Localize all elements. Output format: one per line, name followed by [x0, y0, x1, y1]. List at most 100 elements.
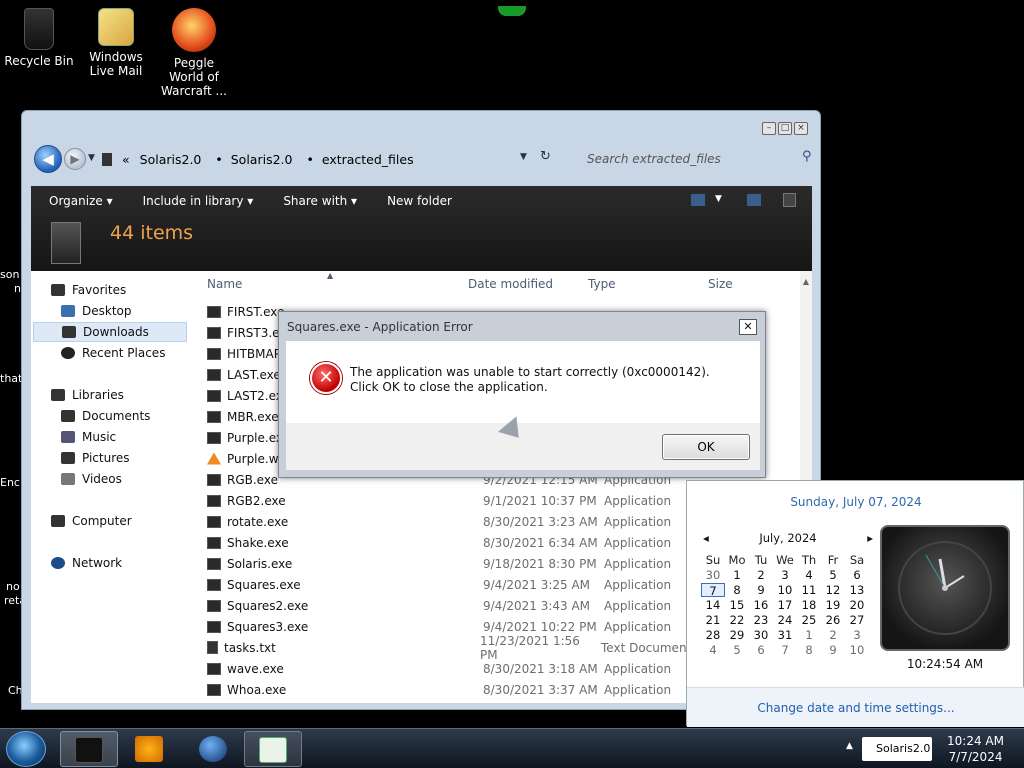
search-icon[interactable]: ⚲ [802, 149, 812, 164]
new-folder-button[interactable]: New folder [387, 194, 452, 208]
calendar-day[interactable]: 18 [797, 598, 821, 612]
calendar-day[interactable]: 7 [773, 643, 797, 657]
prev-month-icon[interactable]: ◂ [703, 531, 709, 545]
taskbar-clock[interactable]: 10:24 AM 7/7/2024 [947, 733, 1004, 765]
search-box[interactable]: Search extracted_files [577, 147, 817, 171]
calendar-day[interactable]: 5 [821, 568, 845, 582]
nav-favorites[interactable]: Favorites [51, 283, 126, 297]
calendar-day[interactable]: 21 [701, 613, 725, 627]
maximize-button[interactable]: □ [778, 122, 792, 135]
calendar-day[interactable]: 23 [749, 613, 773, 627]
desktop-icon-recycle-bin[interactable]: Recycle Bin [1, 8, 77, 68]
calendar-full-date[interactable]: Sunday, July 07, 2024 [687, 495, 1024, 509]
breadcrumb-item[interactable]: Solaris2.0 [140, 152, 202, 167]
change-date-time-link[interactable]: Change date and time settings... [687, 687, 1024, 727]
calendar-day[interactable]: 4 [701, 643, 725, 657]
taskbar-notepad[interactable] [244, 731, 302, 767]
calendar-day[interactable]: 12 [821, 583, 845, 597]
calendar-day[interactable]: 6 [749, 643, 773, 657]
refresh-icon[interactable]: ↻ [540, 149, 551, 164]
recent-pages-chevron-icon[interactable]: ▼ [88, 153, 95, 163]
column-date-modified[interactable]: Date modified [468, 277, 553, 291]
calendar-day[interactable]: 9 [821, 643, 845, 657]
calendar-day[interactable]: 22 [725, 613, 749, 627]
taskbar-explorer[interactable] [60, 731, 118, 767]
start-button[interactable] [6, 731, 46, 767]
nav-desktop[interactable]: Desktop [61, 304, 132, 318]
taskbar-browser[interactable] [184, 731, 242, 767]
nav-libraries[interactable]: Libraries [51, 388, 124, 402]
calendar-day[interactable]: 19 [821, 598, 845, 612]
nav-videos[interactable]: Videos [61, 472, 122, 486]
calendar-day[interactable]: 15 [725, 598, 749, 612]
calendar-day[interactable]: 14 [701, 598, 725, 612]
nav-recent-places[interactable]: Recent Places [61, 346, 165, 360]
next-month-icon[interactable]: ▸ [867, 531, 873, 545]
breadcrumb-separator-icon[interactable]: • [306, 152, 313, 167]
breadcrumb-item[interactable]: extracted_files [322, 152, 414, 167]
column-size[interactable]: Size [708, 277, 733, 291]
calendar-day[interactable]: 13 [845, 583, 869, 597]
nav-pictures[interactable]: Pictures [61, 451, 130, 465]
column-name[interactable]: Name [207, 277, 242, 291]
calendar-day[interactable]: 31 [773, 628, 797, 642]
calendar-day[interactable]: 28 [701, 628, 725, 642]
nav-network[interactable]: Network [51, 556, 122, 570]
view-dropdown-icon[interactable]: ▼ [715, 194, 722, 204]
scroll-up-icon[interactable]: ▲ [800, 277, 812, 286]
calendar-day[interactable]: 4 [797, 568, 821, 582]
calendar-day-today[interactable]: 7 [701, 583, 725, 598]
desktop-icon-windows-live-mail[interactable]: Windows Live Mail [78, 8, 154, 78]
calendar-day[interactable]: 1 [725, 568, 749, 582]
calendar-day[interactable]: 8 [725, 583, 749, 597]
back-button[interactable]: ◀ [34, 145, 62, 173]
calendar-day[interactable]: 25 [797, 613, 821, 627]
help-icon[interactable] [783, 193, 796, 207]
forward-button[interactable]: ▶ [64, 148, 86, 170]
calendar-day[interactable]: 3 [773, 568, 797, 582]
ok-button[interactable]: OK [662, 434, 750, 460]
calendar-day[interactable]: 2 [821, 628, 845, 642]
calendar-day[interactable]: 27 [845, 613, 869, 627]
address-dropdown-icon[interactable]: ▼ [520, 152, 527, 162]
tray-expand-icon[interactable]: ▲ [846, 741, 853, 751]
breadcrumb-overflow-icon[interactable]: « [122, 152, 130, 167]
nav-downloads[interactable]: Downloads [33, 322, 187, 342]
share-with-menu[interactable]: Share with ▾ [283, 194, 357, 208]
nav-computer[interactable]: Computer [51, 514, 132, 528]
calendar-day[interactable]: 6 [845, 568, 869, 582]
calendar-day[interactable]: 16 [749, 598, 773, 612]
address-bar[interactable]: « Solaris2.0 • Solaris2.0 • extracted_fi… [102, 147, 562, 171]
calendar-day[interactable]: 17 [773, 598, 797, 612]
calendar-day[interactable]: 24 [773, 613, 797, 627]
calendar-day[interactable]: 30 [701, 568, 725, 582]
calendar-day[interactable]: 2 [749, 568, 773, 582]
calendar-day[interactable]: 3 [845, 628, 869, 642]
calendar-day[interactable]: 10 [845, 643, 869, 657]
taskbar-media-player[interactable] [120, 731, 178, 767]
organize-menu[interactable]: Organize ▾ [49, 194, 113, 208]
nav-documents[interactable]: Documents [61, 409, 150, 423]
column-type[interactable]: Type [588, 277, 616, 291]
preview-pane-icon[interactable] [747, 194, 761, 206]
calendar-day[interactable]: 30 [749, 628, 773, 642]
calendar-day[interactable]: 26 [821, 613, 845, 627]
breadcrumb-separator-icon[interactable]: • [215, 152, 222, 167]
view-options-icon[interactable] [691, 194, 705, 206]
minimize-button[interactable]: – [762, 122, 776, 135]
desktop-icon-peggle[interactable]: Peggle World of Warcraft ... [156, 8, 232, 98]
calendar-day[interactable]: 10 [773, 583, 797, 597]
calendar-day[interactable]: 8 [797, 643, 821, 657]
calendar-day[interactable]: 9 [749, 583, 773, 597]
calendar-day[interactable]: 11 [797, 583, 821, 597]
close-button[interactable]: × [794, 122, 808, 135]
dialog-close-button[interactable]: ✕ [739, 319, 757, 335]
calendar-day[interactable]: 29 [725, 628, 749, 642]
include-in-library-menu[interactable]: Include in library ▾ [143, 194, 254, 208]
calendar-day[interactable]: 5 [725, 643, 749, 657]
calendar-day[interactable]: 20 [845, 598, 869, 612]
nav-music[interactable]: Music [61, 430, 116, 444]
breadcrumb-item[interactable]: Solaris2.0 [231, 152, 293, 167]
calendar-day[interactable]: 1 [797, 628, 821, 642]
calendar-month[interactable]: July, 2024 [759, 531, 816, 545]
